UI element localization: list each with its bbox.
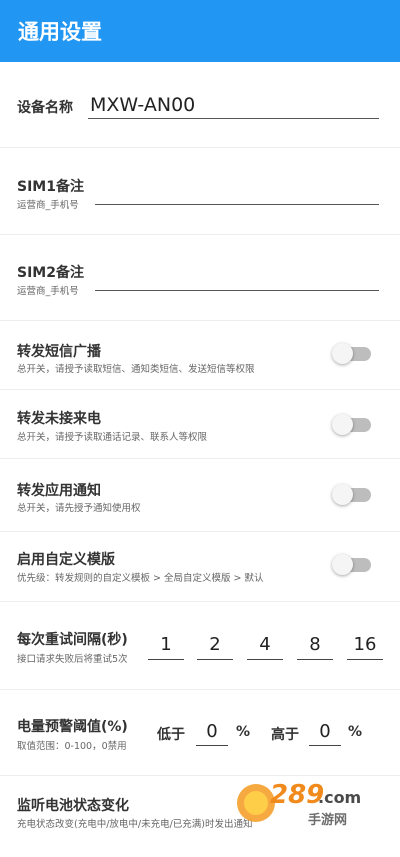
battery-monitor-title: 监听电池状态变化 xyxy=(17,798,129,814)
forward-missed-call-toggle[interactable] xyxy=(332,414,371,435)
forward-app-notification-desc: 总开关，请先授予通知使用权 xyxy=(17,503,141,514)
watermark-logo-icon: 289 .com xyxy=(237,780,361,822)
custom-template-title: 启用自定义模版 xyxy=(17,552,115,568)
sim1-remark-input[interactable] xyxy=(95,204,379,205)
divider xyxy=(0,320,400,321)
toggle-knob xyxy=(332,484,353,505)
sim2-hint: 运营商_手机号 xyxy=(17,286,79,297)
divider xyxy=(0,234,400,235)
retry-interval-input-2[interactable]: 2 xyxy=(197,634,233,660)
divider xyxy=(0,601,400,602)
device-name-label: 设备名称 xyxy=(17,100,73,116)
battery-monitor-desc: 充电状态改变(充电中/放电中/未充电/已充满)时发出通知 xyxy=(17,819,253,830)
forward-app-notification-toggle[interactable] xyxy=(332,484,371,505)
sim1-title: SIM1备注 xyxy=(17,179,84,195)
battery-low-label: 低于 xyxy=(157,727,185,743)
watermark-tagline: 手游网 xyxy=(308,813,348,828)
forward-app-notification-title: 转发应用通知 xyxy=(17,483,101,499)
forward-missed-call-title: 转发未接来电 xyxy=(17,411,101,427)
battery-high-percent: % xyxy=(348,724,363,740)
retry-interval-input-4[interactable]: 8 xyxy=(297,634,333,660)
svg-text:.com: .com xyxy=(318,788,361,807)
retry-interval-input-1[interactable]: 1 xyxy=(148,634,184,660)
battery-low-input[interactable]: 0 xyxy=(196,721,228,746)
device-name-value: MXW-AN00 xyxy=(90,94,196,116)
battery-alarm-desc: 取值范围：0-100，0禁用 xyxy=(17,741,127,752)
retry-interval-input-5[interactable]: 16 xyxy=(347,634,383,660)
forward-sms-title: 转发短信广播 xyxy=(17,344,101,360)
toggle-knob xyxy=(332,343,353,364)
battery-low-percent: % xyxy=(236,724,251,740)
toggle-knob xyxy=(332,554,353,575)
custom-template-toggle[interactable] xyxy=(332,554,371,575)
app-bar: 通用设置 xyxy=(0,0,400,62)
retry-interval-desc: 接口请求失败后将重试5次 xyxy=(17,654,128,665)
divider xyxy=(0,531,400,532)
divider xyxy=(0,689,400,690)
site-watermark: 289 .com 手游网 xyxy=(232,773,382,831)
battery-high-input[interactable]: 0 xyxy=(309,721,341,746)
device-name-input[interactable] xyxy=(88,118,379,119)
battery-alarm-title: 电量预警阈值(%) xyxy=(17,719,128,735)
retry-interval-input-3[interactable]: 4 xyxy=(247,634,283,660)
svg-text:289: 289 xyxy=(270,780,324,810)
sim2-title: SIM2备注 xyxy=(17,265,84,281)
forward-missed-call-desc: 总开关，请授予读取通话记录、联系人等权限 xyxy=(17,432,208,443)
divider xyxy=(0,147,400,148)
retry-interval-title: 每次重试间隔(秒) xyxy=(17,632,128,648)
forward-sms-toggle[interactable] xyxy=(332,343,371,364)
battery-high-label: 高于 xyxy=(271,727,299,743)
custom-template-desc: 优先级：转发规则的自定义模板 > 全局自定义模版 > 默认 xyxy=(17,573,264,584)
sim1-hint: 运营商_手机号 xyxy=(17,200,79,211)
divider xyxy=(0,458,400,459)
sim2-remark-input[interactable] xyxy=(95,290,379,291)
forward-sms-desc: 总开关，请授予读取短信、通知类短信、发送短信等权限 xyxy=(17,364,255,375)
page-title: 通用设置 xyxy=(18,20,102,44)
toggle-knob xyxy=(332,414,353,435)
divider xyxy=(0,389,400,390)
